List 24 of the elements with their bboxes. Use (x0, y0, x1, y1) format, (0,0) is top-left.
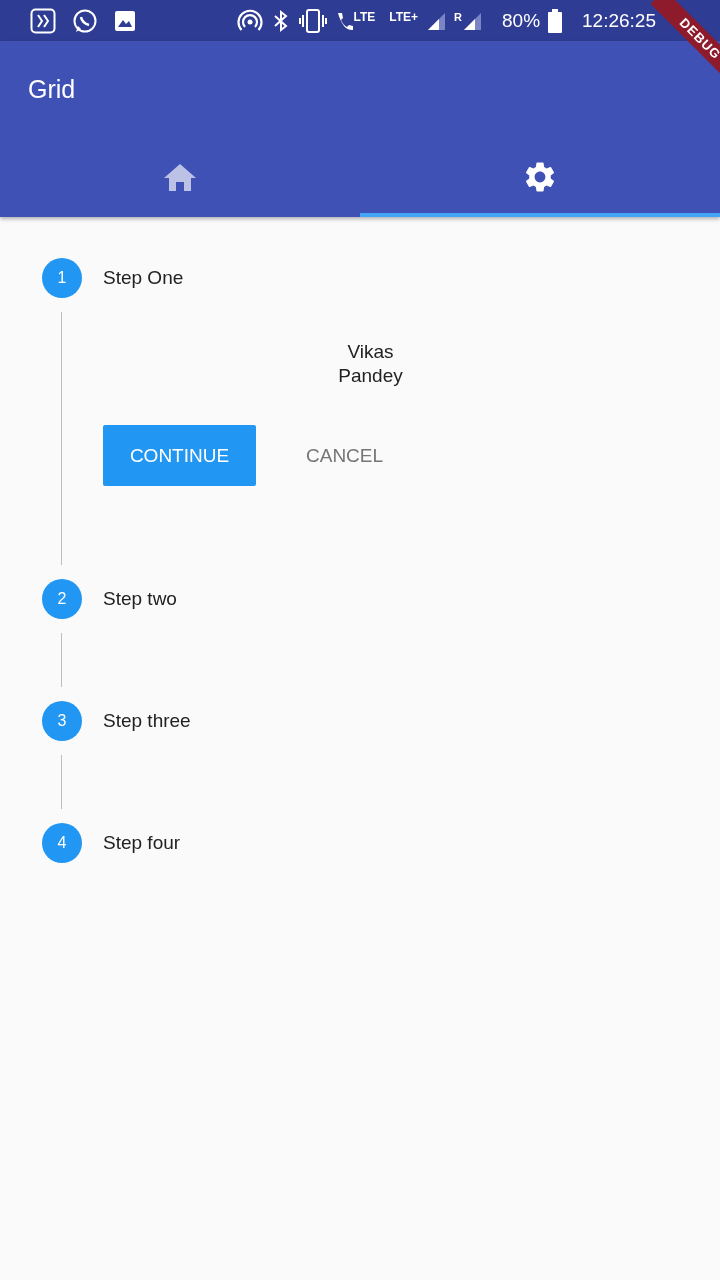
step-number[interactable]: 2 (42, 579, 82, 619)
step-number[interactable]: 3 (42, 701, 82, 741)
network-label: R (454, 10, 462, 23)
network-label: LTE+ (389, 9, 419, 24)
clock: 12:26:25 (582, 9, 656, 32)
vibrate-icon (299, 7, 328, 34)
app-icon (30, 7, 56, 34)
step-content-text: Pandey (338, 364, 403, 388)
hotspot-icon (237, 7, 264, 34)
home-icon (163, 162, 197, 192)
image-icon (114, 9, 136, 32)
battery-percent: 80% (502, 9, 541, 32)
network-label: LTE (353, 9, 376, 24)
battery-icon (548, 8, 563, 33)
step-number[interactable]: 1 (42, 258, 82, 298)
step-title[interactable]: Step One (103, 267, 184, 289)
step-title[interactable]: Step three (103, 710, 191, 732)
step-title[interactable]: Step two (103, 588, 177, 610)
chat-icon (72, 7, 98, 34)
cancel-button[interactable]: CANCEL (282, 434, 408, 477)
step-content-text: Vikas (347, 340, 394, 364)
step-title[interactable]: Step four (103, 832, 181, 854)
continue-button[interactable]: CONTINUE (103, 425, 256, 486)
step-number[interactable]: 4 (42, 823, 82, 863)
